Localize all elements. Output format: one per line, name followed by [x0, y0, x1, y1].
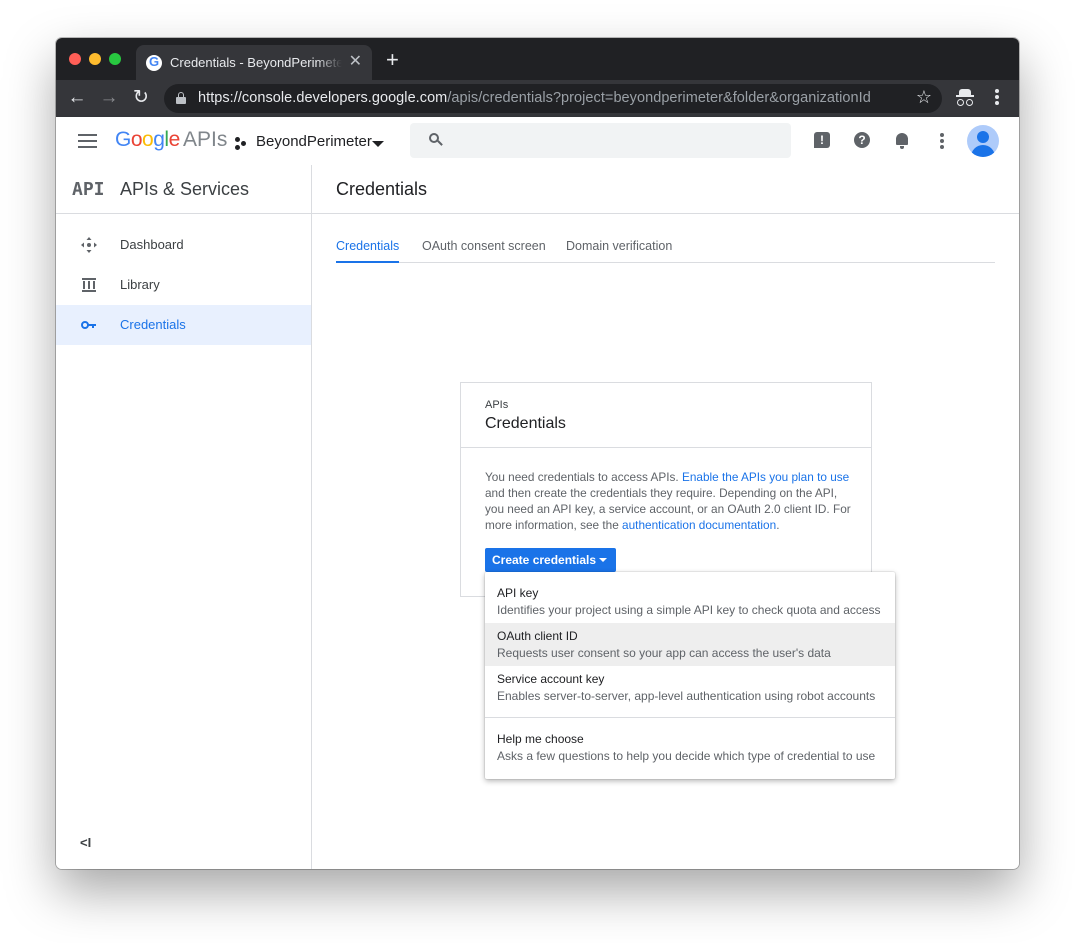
- page-header: Credentials: [312, 165, 1019, 214]
- notifications-bell-icon[interactable]: [894, 132, 912, 150]
- google-logo[interactable]: Google: [115, 128, 180, 152]
- sidebar-item-label: Credentials: [120, 317, 186, 332]
- menu-item-title: API key: [497, 586, 539, 600]
- maximize-window-button[interactable]: [109, 53, 121, 65]
- new-tab-button[interactable]: +: [386, 49, 399, 71]
- card-title: Credentials: [485, 415, 566, 432]
- url-text[interactable]: https://console.developers.google.com/ap…: [198, 90, 871, 106]
- menu-divider: [485, 717, 895, 718]
- menu-item-description: Requests user consent so your app can ac…: [497, 646, 831, 660]
- api-logo-icon: API: [72, 179, 105, 200]
- bookmark-star-icon[interactable]: ☆: [916, 87, 932, 108]
- search-icon[interactable]: [429, 133, 443, 146]
- sidebar: API APIs & Services Dashboard Library Cr…: [56, 165, 312, 869]
- menu-item-service-account-key[interactable]: Service account key Enables server-to-se…: [485, 666, 895, 709]
- search-input[interactable]: [410, 123, 791, 158]
- sidebar-item-label: Library: [120, 277, 160, 292]
- card-description: You need credentials to access APIs. Ena…: [485, 470, 851, 532]
- tab-oauth-consent-screen[interactable]: OAuth consent screen: [422, 239, 546, 263]
- close-window-button[interactable]: [69, 53, 81, 65]
- apis-logo-text: APIs: [183, 128, 228, 151]
- menu-item-oauth-client-id[interactable]: OAuth client ID Requests user consent so…: [485, 623, 895, 666]
- minimize-window-button[interactable]: [89, 53, 101, 65]
- menu-item-title: OAuth client ID: [497, 629, 578, 643]
- main-content: Credentials Credentials OAuth consent sc…: [312, 165, 1019, 869]
- back-button[interactable]: ←: [66, 87, 88, 109]
- tab-bar: G Credentials - BeyondPerimeter ✕ +: [56, 38, 1019, 80]
- sidebar-header: API APIs & Services: [56, 165, 311, 214]
- menu-item-title: Service account key: [497, 672, 605, 686]
- menu-item-help-me-choose[interactable]: Help me choose Asks a few questions to h…: [485, 726, 895, 769]
- authentication-documentation-link[interactable]: authentication documentation: [622, 518, 776, 532]
- enable-apis-link[interactable]: Enable the APIs you plan to use: [682, 470, 849, 484]
- feedback-icon[interactable]: !: [814, 132, 832, 150]
- collapse-sidebar-icon[interactable]: <I: [80, 835, 91, 850]
- dropdown-caret-icon: [599, 558, 607, 562]
- browser-toolbar: ← → ↻ https://console.developers.google.…: [56, 80, 1019, 117]
- page-tabs: Credentials OAuth consent screen Domain …: [336, 237, 995, 263]
- tab-close-icon[interactable]: ✕: [349, 53, 362, 71]
- sidebar-item-library[interactable]: Library: [56, 265, 311, 305]
- lock-icon[interactable]: [176, 92, 186, 104]
- sidebar-title: APIs & Services: [120, 179, 250, 199]
- menu-item-api-key[interactable]: API key Identifies your project using a …: [485, 572, 895, 617]
- console-header: Google APIs BeyondPerimeter ! ?: [56, 117, 1019, 165]
- forward-button[interactable]: →: [98, 87, 120, 109]
- browser-menu-icon[interactable]: [990, 89, 1004, 109]
- create-credentials-button[interactable]: Create credentials: [485, 548, 616, 572]
- sidebar-item-label: Dashboard: [120, 237, 184, 252]
- card-kicker: APIs: [485, 399, 509, 411]
- more-options-icon[interactable]: [937, 133, 947, 151]
- menu-item-description: Identifies your project using a simple A…: [497, 603, 881, 617]
- chevron-down-icon[interactable]: [372, 141, 384, 147]
- page-title: Credentials: [336, 179, 428, 199]
- credentials-card: APIs Credentials You need credentials to…: [460, 382, 872, 597]
- library-icon: [82, 278, 96, 292]
- browser-tab[interactable]: G Credentials - BeyondPerimeter ✕: [136, 45, 372, 80]
- create-credentials-menu: API key Identifies your project using a …: [485, 572, 895, 779]
- tab-title: Credentials - BeyondPerimeter: [170, 55, 342, 70]
- dashboard-icon: [81, 237, 97, 253]
- sidebar-item-credentials[interactable]: Credentials: [56, 305, 311, 345]
- project-selector[interactable]: BeyondPerimeter: [256, 133, 372, 150]
- address-bar[interactable]: https://console.developers.google.com/ap…: [164, 84, 942, 113]
- menu-item-description: Asks a few questions to help you decide …: [497, 749, 876, 763]
- tab-credentials[interactable]: Credentials: [336, 239, 400, 263]
- menu-item-title: Help me choose: [497, 732, 584, 746]
- incognito-icon[interactable]: [956, 88, 974, 108]
- browser-window: G Credentials - BeyondPerimeter ✕ + ← → …: [56, 38, 1019, 869]
- sidebar-item-dashboard[interactable]: Dashboard: [56, 225, 311, 265]
- account-avatar[interactable]: [967, 125, 999, 157]
- key-icon: [81, 321, 96, 329]
- tab-domain-verification[interactable]: Domain verification: [566, 239, 672, 263]
- menu-item-description: Enables server-to-server, app-level auth…: [497, 689, 876, 703]
- reload-button[interactable]: ↻: [130, 87, 152, 109]
- hamburger-menu-icon[interactable]: [78, 134, 97, 148]
- google-favicon-icon: G: [146, 54, 162, 71]
- card-header: APIs Credentials: [461, 383, 871, 448]
- help-icon[interactable]: ?: [854, 132, 872, 150]
- project-icon[interactable]: [235, 137, 249, 151]
